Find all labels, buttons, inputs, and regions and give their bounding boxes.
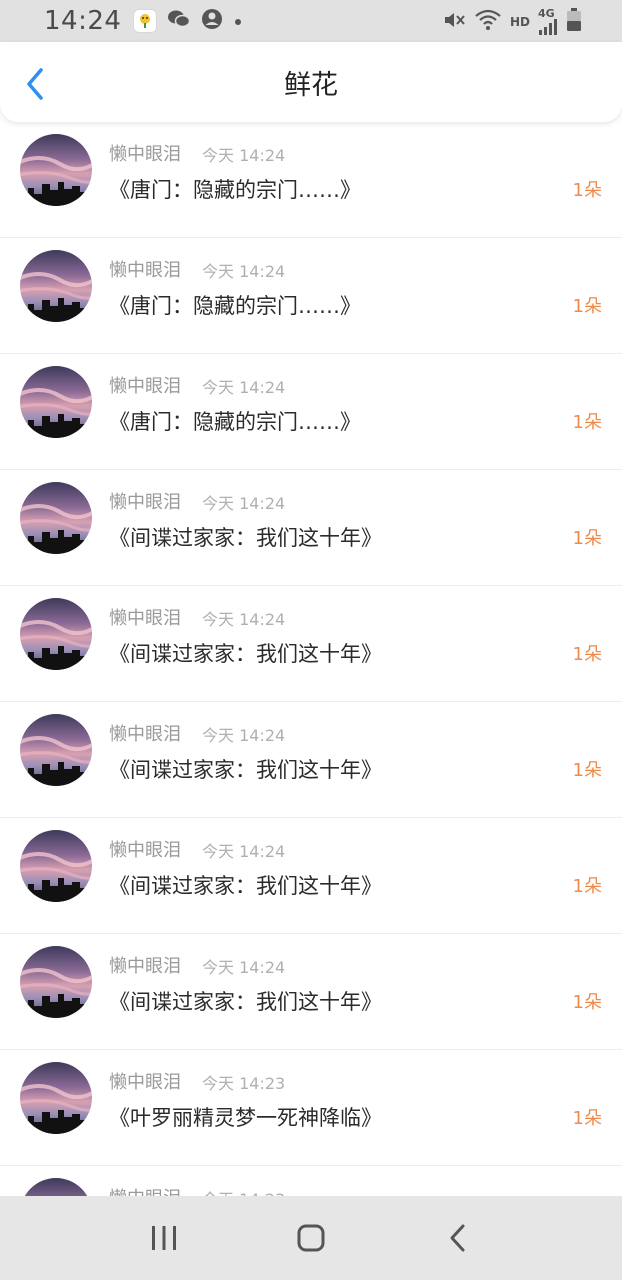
avatar[interactable] xyxy=(20,830,92,902)
more-notifications-dot-icon xyxy=(233,12,243,31)
back-button[interactable] xyxy=(20,66,50,102)
hd-indicator: HD xyxy=(509,15,530,29)
status-time: 14:24 xyxy=(44,6,122,36)
home-button[interactable] xyxy=(281,1208,341,1268)
cell-signal-icon: 4G xyxy=(538,7,558,35)
flower-count: 1朵 xyxy=(572,992,602,1013)
battery-icon xyxy=(566,8,582,36)
timestamp: 今天 14:24 xyxy=(202,958,286,977)
user-name: 懒中眼泪 xyxy=(109,840,181,861)
user-name: 懒中眼泪 xyxy=(109,376,181,397)
flower-count: 1朵 xyxy=(572,644,602,665)
book-title[interactable]: 《叶罗丽精灵梦一死神降临》 xyxy=(109,1102,382,1132)
book-title[interactable]: 《间谍过家家：我们这十年》 xyxy=(109,986,382,1016)
user-name: 懒中眼泪 xyxy=(109,608,181,629)
avatar[interactable] xyxy=(20,366,92,438)
list-item[interactable]: 懒中眼泪 今天 14:24 《间谍过家家：我们这十年》 1朵 xyxy=(0,586,622,702)
list-item[interactable]: 懒中眼泪 今天 14:24 《间谍过家家：我们这十年》 1朵 xyxy=(0,470,622,586)
timestamp: 今天 14:24 xyxy=(202,494,286,513)
list-item[interactable]: 懒中眼泪 今天 14:24 《唐门：隐藏的宗门……》 1朵 xyxy=(0,238,622,354)
nav-back-icon xyxy=(450,1224,465,1252)
book-title[interactable]: 《唐门：隐藏的宗门……》 xyxy=(109,174,361,204)
flower-record-list[interactable]: 懒中眼泪 今天 14:24 《唐门：隐藏的宗门……》 1朵 懒中眼泪 今天 14… xyxy=(0,122,622,1196)
notification-icons xyxy=(133,8,243,34)
timestamp: 今天 14:23 xyxy=(202,1186,285,1196)
avatar[interactable] xyxy=(20,946,92,1018)
wifi-icon xyxy=(474,8,502,36)
status-bar: 14:24 HD 4G xyxy=(0,0,622,42)
system-navigation-bar xyxy=(0,1196,622,1280)
avatar[interactable] xyxy=(20,1178,92,1196)
page-title: 鲜花 xyxy=(284,69,338,101)
book-title[interactable]: 《唐门：隐藏的宗门……》 xyxy=(109,406,361,436)
flower-count: 1朵 xyxy=(572,296,602,317)
user-name: 懒中眼泪 xyxy=(109,492,181,513)
user-name: 懒中眼泪 xyxy=(109,144,181,165)
timestamp: 今天 14:24 xyxy=(202,610,286,629)
user-name: 懒中眼泪 xyxy=(109,724,181,745)
book-title[interactable]: 《间谍过家家：我们这十年》 xyxy=(109,754,382,784)
user-name: 懒中眼泪 xyxy=(109,260,181,281)
home-icon xyxy=(297,1224,325,1252)
flower-count: 1朵 xyxy=(572,876,602,897)
nav-back-button[interactable] xyxy=(428,1208,488,1268)
list-item[interactable]: 懒中眼泪 今天 14:24 《间谍过家家：我们这十年》 1朵 xyxy=(0,934,622,1050)
book-title[interactable]: 《间谍过家家：我们这十年》 xyxy=(109,870,382,900)
list-item[interactable]: 懒中眼泪 今天 14:24 《唐门：隐藏的宗门……》 1朵 xyxy=(0,354,622,470)
avatar[interactable] xyxy=(20,134,92,206)
book-title[interactable]: 《唐门：隐藏的宗门……》 xyxy=(109,290,361,320)
list-item[interactable]: 懒中眼泪 今天 14:24 《唐门：隐藏的宗门……》 1朵 xyxy=(0,122,622,238)
flower-count: 1朵 xyxy=(572,528,602,549)
user-name: 懒中眼泪 xyxy=(109,1184,181,1196)
status-right-icons: HD 4G xyxy=(442,8,582,36)
flower-count: 1朵 xyxy=(572,412,602,433)
flower-count: 1朵 xyxy=(572,180,602,201)
wechat-icon xyxy=(167,8,191,34)
account-icon xyxy=(201,8,223,34)
avatar[interactable] xyxy=(20,1062,92,1134)
flower-count: 1朵 xyxy=(572,760,602,781)
book-title[interactable]: 《间谍过家家：我们这十年》 xyxy=(109,638,382,668)
list-item[interactable]: 懒中眼泪 今天 14:24 《间谍过家家：我们这十年》 1朵 xyxy=(0,702,622,818)
app-notification-icon xyxy=(133,9,158,33)
avatar[interactable] xyxy=(20,250,92,322)
header-bar: 鲜花 xyxy=(0,42,622,122)
timestamp: 今天 14:24 xyxy=(202,262,286,281)
flower-count: 1朵 xyxy=(572,1108,602,1129)
timestamp: 今天 14:24 xyxy=(202,146,286,165)
book-title[interactable]: 《间谍过家家：我们这十年》 xyxy=(109,522,382,552)
timestamp: 今天 14:24 xyxy=(202,726,286,745)
timestamp: 今天 14:24 xyxy=(202,842,286,861)
list-item[interactable]: 懒中眼泪 今天 14:23 xyxy=(0,1166,622,1196)
avatar[interactable] xyxy=(20,598,92,670)
list-item[interactable]: 懒中眼泪 今天 14:24 《间谍过家家：我们这十年》 1朵 xyxy=(0,818,622,934)
user-name: 懒中眼泪 xyxy=(109,1072,181,1093)
network-type-label: 4G xyxy=(538,7,555,20)
avatar[interactable] xyxy=(20,714,92,786)
timestamp: 今天 14:24 xyxy=(202,378,286,397)
recent-apps-icon xyxy=(151,1226,176,1250)
chevron-left-icon xyxy=(27,68,43,100)
user-name: 懒中眼泪 xyxy=(109,956,181,977)
timestamp: 今天 14:23 xyxy=(202,1074,286,1093)
avatar[interactable] xyxy=(20,482,92,554)
list-item[interactable]: 懒中眼泪 今天 14:23 《叶罗丽精灵梦一死神降临》 1朵 xyxy=(0,1050,622,1166)
mute-icon xyxy=(442,8,466,36)
recent-apps-button[interactable] xyxy=(134,1208,194,1268)
